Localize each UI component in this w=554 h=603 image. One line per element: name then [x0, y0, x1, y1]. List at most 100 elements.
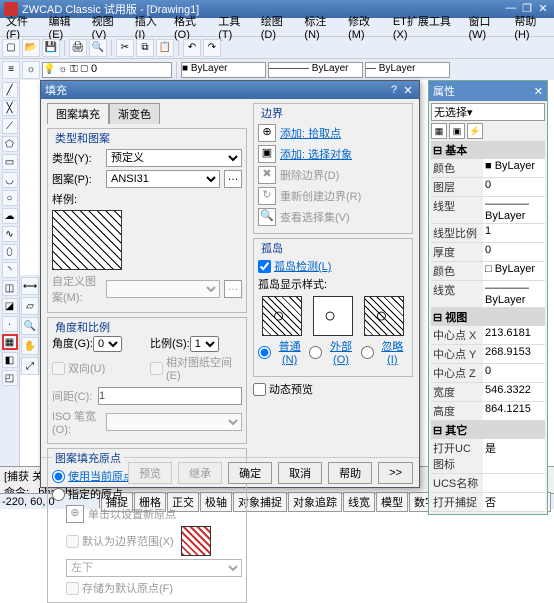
- ellipse-arc-icon[interactable]: ◝: [2, 262, 18, 278]
- open-icon[interactable]: 📂: [22, 39, 40, 57]
- cancel-button[interactable]: 取消: [278, 462, 322, 484]
- circle-icon[interactable]: ○: [2, 190, 18, 206]
- layer-manager-icon[interactable]: ≡: [2, 61, 20, 79]
- redo-icon[interactable]: ↷: [203, 39, 221, 57]
- expand-button[interactable]: >>: [378, 462, 413, 484]
- props-row[interactable]: 中心点 Z0: [431, 364, 545, 383]
- menu-item[interactable]: 标注(N): [300, 12, 342, 42]
- layer-select[interactable]: 💡 ☼ ⚿ ▢ 0: [42, 62, 172, 78]
- menu-item[interactable]: ET扩展工具(X): [389, 12, 463, 42]
- pattern-browse-button[interactable]: …: [224, 170, 242, 188]
- island-outer-icon[interactable]: [313, 296, 353, 336]
- dialog-close-icon[interactable]: ✕: [401, 84, 415, 97]
- revcloud-icon[interactable]: ☁: [2, 208, 18, 224]
- quick-select-icon[interactable]: ⚡: [467, 123, 483, 139]
- pattern-select[interactable]: ANSI31: [106, 170, 220, 188]
- pline-icon[interactable]: ⟋: [2, 118, 18, 134]
- angle-select[interactable]: 0: [93, 336, 122, 352]
- print-icon[interactable]: 🖨: [69, 39, 87, 57]
- props-row[interactable]: 中心点 Y268.9153: [431, 345, 545, 364]
- props-row[interactable]: 高度864.1215: [431, 402, 545, 421]
- arc-icon[interactable]: ◡: [2, 172, 18, 188]
- spline-icon[interactable]: ∿: [2, 226, 18, 242]
- ellipse-icon[interactable]: ⬯: [2, 244, 18, 260]
- props-row[interactable]: 线型比例1: [431, 224, 545, 243]
- paste-icon[interactable]: 📋: [156, 39, 174, 57]
- menu-item[interactable]: 帮助(H): [510, 12, 552, 42]
- line-icon[interactable]: ╱: [2, 82, 18, 98]
- props-row[interactable]: 图层0: [431, 178, 545, 197]
- add-select-icon[interactable]: ▣: [258, 145, 276, 163]
- menu-item[interactable]: 工具(T): [214, 12, 255, 42]
- layer-states-icon[interactable]: ☼: [22, 61, 40, 79]
- linetype-select[interactable]: ———— ByLayer: [268, 62, 363, 78]
- zoom-icon[interactable]: 🔍: [21, 317, 39, 335]
- point-icon[interactable]: ·: [2, 316, 18, 332]
- menu-item[interactable]: 绘图(D): [257, 12, 299, 42]
- origin-current-radio[interactable]: [52, 470, 65, 483]
- island-ignore-radio[interactable]: [361, 346, 374, 359]
- region-icon[interactable]: ◰: [2, 370, 18, 386]
- props-row[interactable]: 厚度0: [431, 243, 545, 262]
- menu-item[interactable]: 修改(M): [344, 12, 387, 42]
- island-detect-checkbox[interactable]: [258, 260, 271, 273]
- dialog-help-icon[interactable]: ?: [387, 84, 401, 96]
- save-icon[interactable]: 💾: [42, 39, 60, 57]
- color-select[interactable]: ■ ByLayer: [181, 62, 266, 78]
- help-button[interactable]: 帮助: [328, 462, 372, 484]
- hatch-icon[interactable]: ▦: [2, 334, 18, 350]
- selection-dropdown[interactable]: 无选择 ▾: [431, 103, 545, 121]
- props-row[interactable]: 中心点 X213.6181: [431, 326, 545, 345]
- props-row[interactable]: 颜色□ ByLayer: [431, 262, 545, 281]
- xline-icon[interactable]: ╳: [2, 100, 18, 116]
- pick-add-icon[interactable]: ▦: [431, 123, 447, 139]
- menu-item[interactable]: 格式(O): [170, 12, 212, 42]
- props-category[interactable]: 视图: [431, 308, 545, 326]
- cut-icon[interactable]: ✂: [116, 39, 134, 57]
- tab-gradient[interactable]: 渐变色: [109, 103, 160, 124]
- add-pick-icon[interactable]: ⊕: [258, 124, 276, 142]
- island-normal-radio[interactable]: [258, 346, 271, 359]
- menu-item[interactable]: 文件(F): [2, 12, 43, 42]
- props-category[interactable]: 基本: [431, 141, 545, 159]
- lineweight-select[interactable]: — ByLayer: [365, 62, 450, 78]
- menu-item[interactable]: 编辑(E): [45, 12, 86, 42]
- area-icon[interactable]: ▱: [21, 297, 39, 315]
- add-select-link[interactable]: 添加: 选择对象: [280, 146, 352, 162]
- props-category[interactable]: 其它: [431, 421, 545, 439]
- props-row[interactable]: 线宽———— ByLayer: [431, 281, 545, 308]
- properties-close-icon[interactable]: ✕: [534, 85, 543, 98]
- polygon-icon[interactable]: ⬠: [2, 136, 18, 152]
- island-outer-radio[interactable]: [309, 346, 322, 359]
- add-pick-link[interactable]: 添加: 拾取点: [280, 125, 341, 141]
- preview-icon[interactable]: 🔍: [89, 39, 107, 57]
- props-row[interactable]: 颜色■ ByLayer: [431, 159, 545, 178]
- island-ignore-icon[interactable]: [364, 296, 404, 336]
- pattern-swatch[interactable]: [52, 210, 122, 270]
- menu-item[interactable]: 窗口(W): [464, 12, 508, 42]
- props-row[interactable]: UCS名称: [431, 474, 545, 493]
- props-row[interactable]: 线型———— ByLayer: [431, 197, 545, 224]
- island-normal-icon[interactable]: [262, 296, 302, 336]
- new-icon[interactable]: ▢: [2, 39, 20, 57]
- undo-icon[interactable]: ↶: [183, 39, 201, 57]
- dynamic-preview-checkbox[interactable]: [253, 383, 266, 396]
- zoomr-icon[interactable]: ⤢: [21, 357, 39, 375]
- tab-hatch[interactable]: 图案填充: [47, 103, 109, 124]
- scale-select[interactable]: 1: [190, 336, 219, 352]
- origin-spec-radio[interactable]: [52, 488, 65, 501]
- props-row[interactable]: 打开捕捉否: [431, 493, 545, 512]
- menu-item[interactable]: 插入(I): [131, 12, 168, 42]
- pan-icon[interactable]: ✋: [21, 337, 39, 355]
- copy-icon[interactable]: ⧉: [136, 39, 154, 57]
- menu-item[interactable]: 视图(V): [88, 12, 129, 42]
- type-select[interactable]: 预定义: [106, 149, 242, 167]
- rectangle-icon[interactable]: ▭: [2, 154, 18, 170]
- make-block-icon[interactable]: ◪: [2, 298, 18, 314]
- props-row[interactable]: 打开UC图标是: [431, 439, 545, 474]
- ok-button[interactable]: 确定: [228, 462, 272, 484]
- gradient-icon[interactable]: ◧: [2, 352, 18, 368]
- dist-icon[interactable]: ⟷: [21, 277, 39, 295]
- props-row[interactable]: 宽度546.3322: [431, 383, 545, 402]
- island-detect-label[interactable]: 孤岛检测(L): [274, 258, 331, 274]
